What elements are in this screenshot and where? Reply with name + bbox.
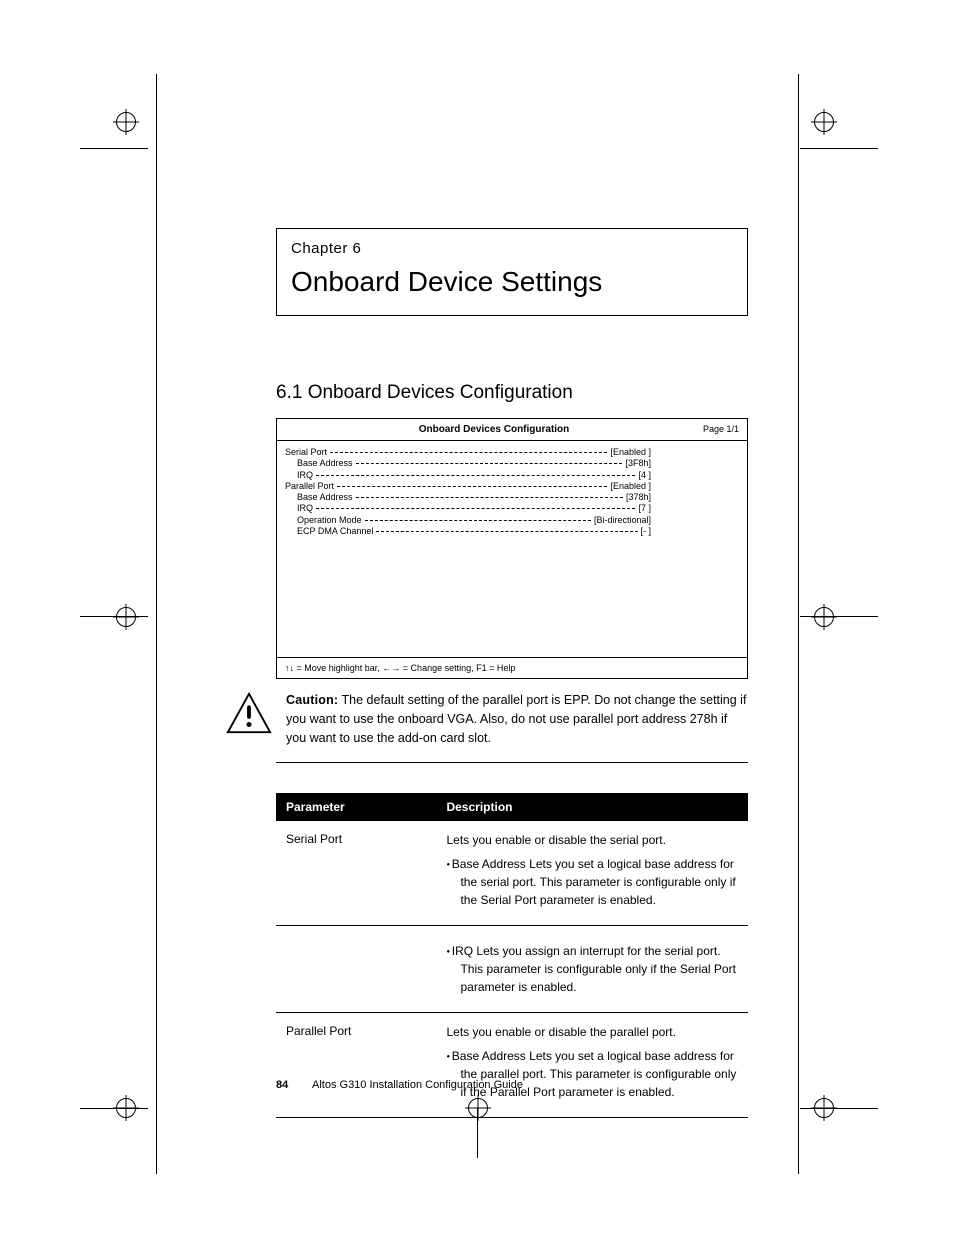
bios-value: [- ] [641, 526, 652, 537]
parameter-table: Parameter Description Serial PortLets yo… [276, 793, 748, 1118]
bios-row: IRQ [4 ] [285, 470, 739, 481]
bios-label: Base Address [297, 458, 353, 469]
bios-row: Serial Port [Enabled ] [285, 447, 739, 458]
chapter-title: Onboard Device Settings [291, 263, 733, 301]
bios-value: [Enabled ] [610, 481, 651, 492]
bios-value: [378h] [626, 492, 651, 503]
caution-block: Caution: The default setting of the para… [276, 691, 748, 762]
bios-dots [356, 492, 623, 498]
bios-label: Base Address [297, 492, 353, 503]
bios-dots [337, 481, 607, 487]
footer-title: Altos G310 Installation Configuration Gu… [312, 1078, 523, 1093]
bios-dots [376, 526, 637, 532]
bios-value: [7 ] [638, 503, 651, 514]
bios-dots [316, 503, 635, 509]
bios-label: Serial Port [285, 447, 327, 458]
bios-title: Onboard Devices Configuration [419, 423, 570, 437]
bios-help-bar: ↑↓ = Move highlight bar, ←→ = Change set… [277, 657, 747, 678]
chapter-label: Chapter 6 [291, 239, 733, 259]
bios-label: IRQ [297, 503, 313, 514]
param-desc: Lets you enable or disable the parallel … [436, 1012, 748, 1117]
bios-screenshot: Onboard Devices Configuration Page 1/1 S… [276, 418, 748, 680]
bios-value: [3F8h] [625, 458, 651, 469]
bios-row: IRQ [7 ] [285, 503, 739, 514]
bios-row: Operation Mode [Bi-directional] [285, 515, 739, 526]
param-name [276, 925, 436, 1012]
page-number: 84 [276, 1078, 312, 1093]
bios-value: [Enabled ] [610, 447, 651, 458]
bios-dots [356, 458, 623, 464]
caution-body: The default setting of the parallel port… [286, 693, 746, 745]
bios-row: ECP DMA Channel [- ] [285, 526, 739, 537]
bios-label: IRQ [297, 470, 313, 481]
bios-label: Parallel Port [285, 481, 334, 492]
param-name: Parallel Port [276, 1012, 436, 1117]
table-row: Parallel PortLets you enable or disable … [276, 1012, 748, 1117]
bios-dots [330, 447, 607, 453]
bios-row: Parallel Port [Enabled ] [285, 481, 739, 492]
warning-icon [226, 691, 272, 735]
caution-lead: Caution: [286, 693, 338, 707]
chapter-header: Chapter 6 Onboard Device Settings [276, 228, 748, 316]
bios-value: [Bi-directional] [594, 515, 651, 526]
param-desc: IRQ Lets you assign an interrupt for the… [436, 925, 748, 1012]
bios-dots [316, 470, 635, 476]
bios-dots [365, 515, 591, 521]
bios-label: ECP DMA Channel [297, 526, 373, 537]
bios-page: Page 1/1 [703, 423, 739, 435]
bios-label: Operation Mode [297, 515, 362, 526]
bios-row: Base Address [3F8h] [285, 458, 739, 469]
table-row: IRQ Lets you assign an interrupt for the… [276, 925, 748, 1012]
bios-row: Base Address [378h] [285, 492, 739, 503]
table-row: Serial PortLets you enable or disable th… [276, 821, 748, 926]
param-name: Serial Port [276, 821, 436, 926]
col-description: Description [436, 793, 748, 821]
page-footer: 84 Altos G310 Installation Configuration… [276, 1078, 748, 1093]
col-parameter: Parameter [276, 793, 436, 821]
bios-value: [4 ] [638, 470, 651, 481]
param-desc: Lets you enable or disable the serial po… [436, 821, 748, 926]
section-heading: 6.1 Onboard Devices Configuration [276, 380, 748, 406]
